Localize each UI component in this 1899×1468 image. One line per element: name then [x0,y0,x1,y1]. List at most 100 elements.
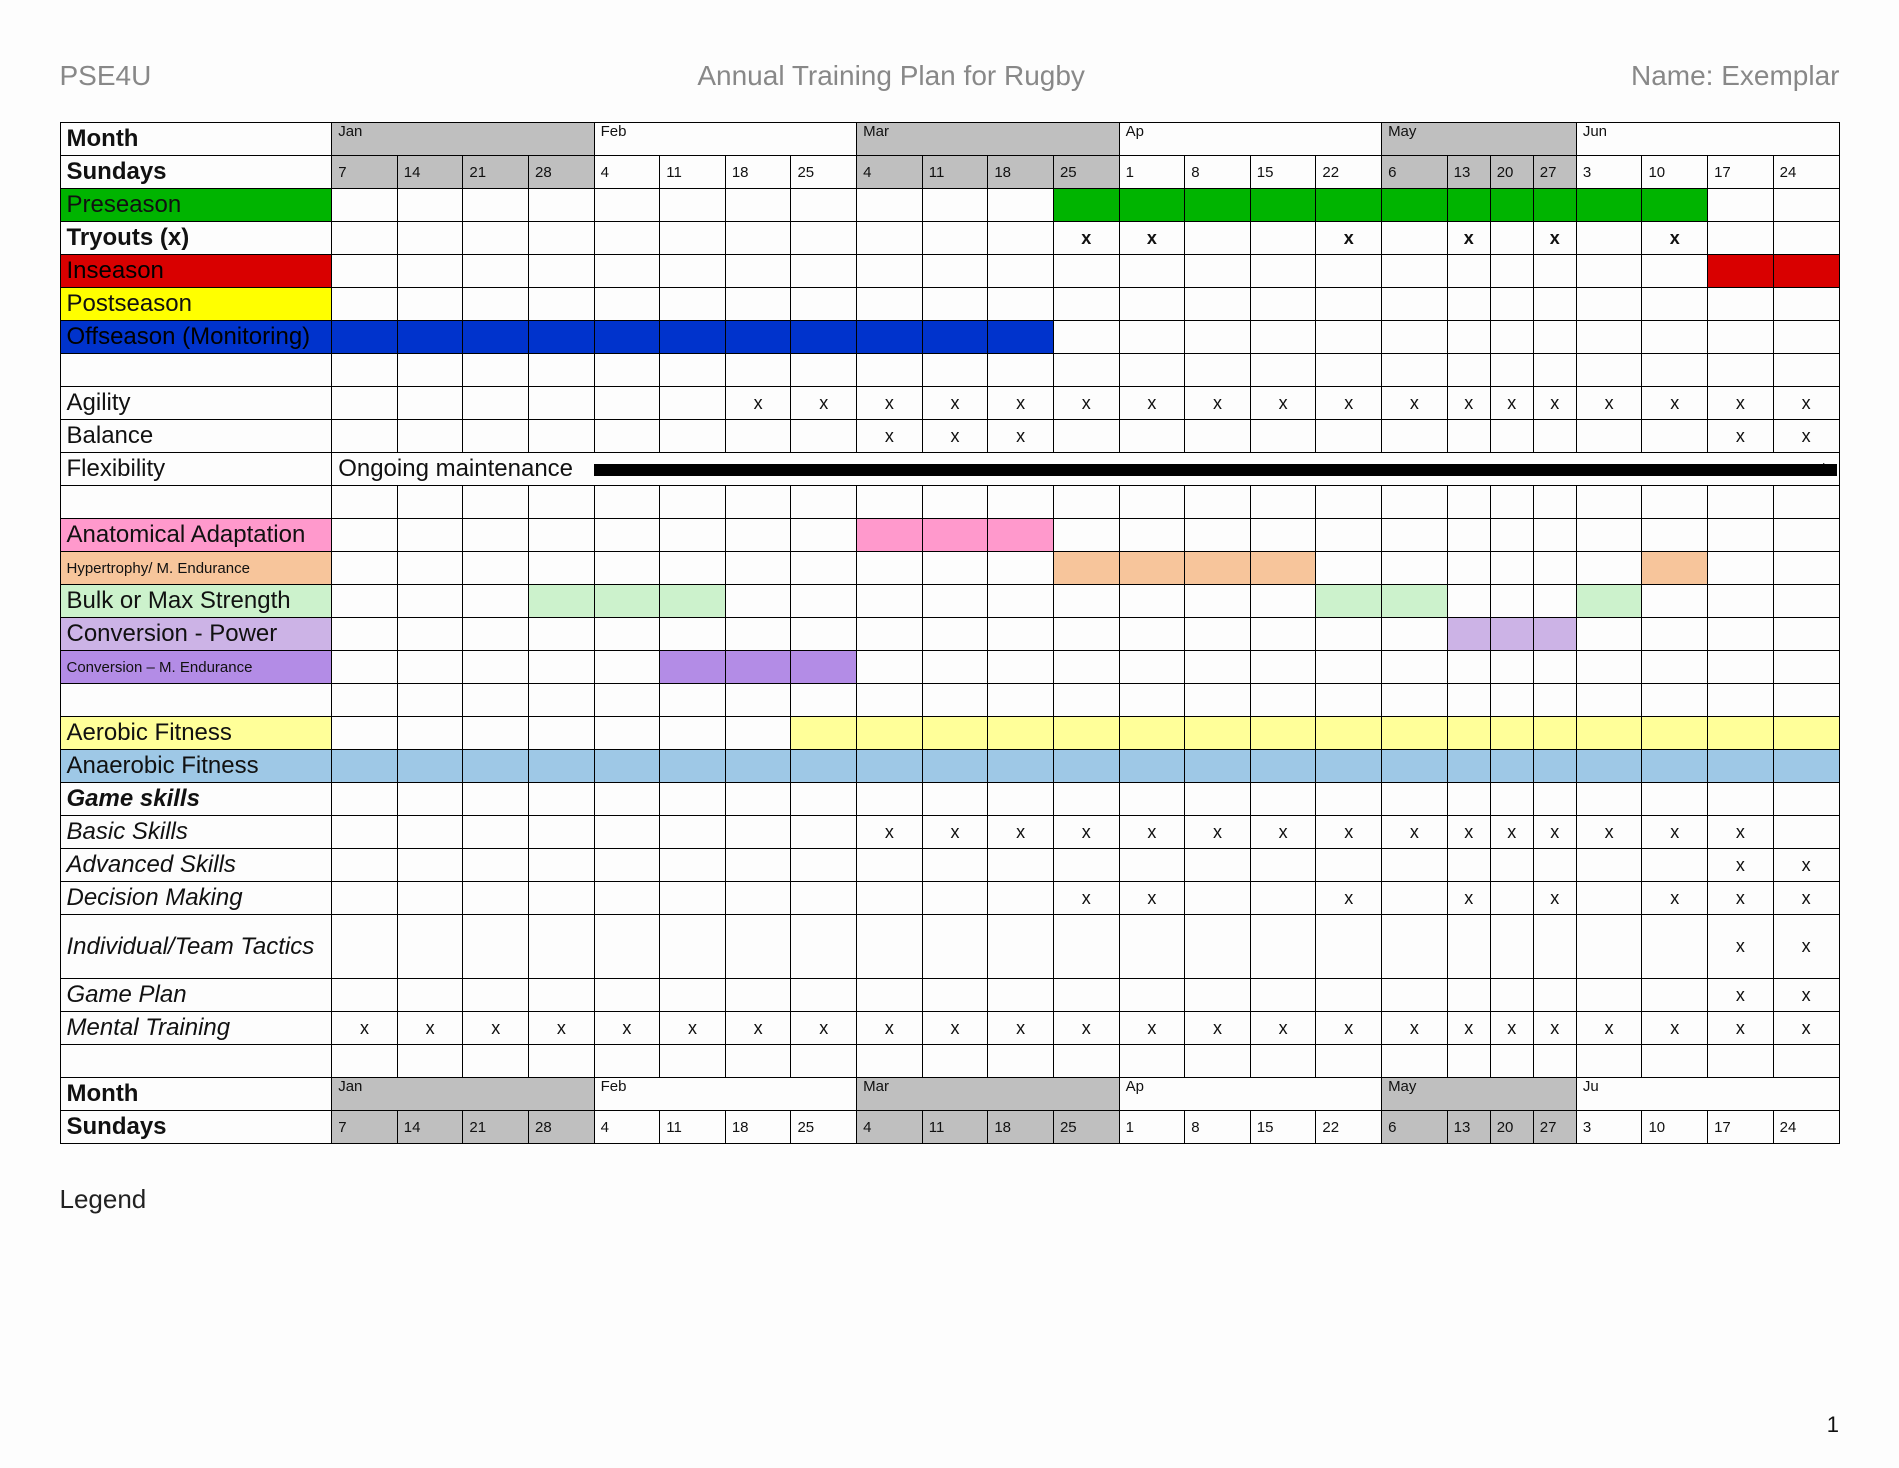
row-label: Inseason [60,255,332,288]
mark-cell: x [1185,387,1251,420]
cell [1119,519,1185,552]
cell [922,618,988,651]
cell [857,585,923,618]
cell [397,915,463,979]
cell [1447,783,1490,816]
cell [1533,420,1576,453]
mark-cell: x [791,387,857,420]
cell [857,849,923,882]
cell [1053,915,1119,979]
cell [791,222,857,255]
mark-cell: x [1708,387,1774,420]
cell [1053,288,1119,321]
cell [1382,321,1448,354]
cell [922,882,988,915]
cell [1642,585,1708,618]
cell [463,222,529,255]
cell [594,189,660,222]
cell [1382,189,1448,222]
mark-cell: x [1773,1012,1839,1045]
week-cell: 11 [922,156,988,189]
cell [922,222,988,255]
cell [922,189,988,222]
cell [1185,189,1251,222]
cell [1447,585,1490,618]
mark-cell: x [988,816,1054,849]
cell [1490,420,1533,453]
cell [660,552,726,585]
cell [1533,618,1576,651]
cell [1382,717,1448,750]
cell [660,618,726,651]
cell [1053,651,1119,684]
cell [1119,189,1185,222]
cell [1447,552,1490,585]
cell [857,979,923,1012]
cell [529,585,595,618]
cell [397,783,463,816]
mark-cell: x [988,1012,1054,1045]
mark-cell: x [1773,882,1839,915]
cell [397,585,463,618]
cell [1119,255,1185,288]
cell [332,651,398,684]
week-cell: 27 [1533,156,1576,189]
header-left: PSE4U [60,60,152,92]
row-label: Postseason [60,288,332,321]
cell [529,882,595,915]
cell [857,552,923,585]
month-cell: Feb [594,1078,856,1111]
cell [332,882,398,915]
cell [791,816,857,849]
cell [660,387,726,420]
cell [1490,750,1533,783]
row-label: Hypertrophy/ M. Endurance [60,552,332,585]
cell [1250,651,1316,684]
cell [1185,915,1251,979]
week-cell: 14 [397,156,463,189]
week-cell: 22 [1316,156,1382,189]
cell [791,882,857,915]
cell [1642,519,1708,552]
cell [857,618,923,651]
cell [857,255,923,288]
month-cell: May [1382,123,1577,156]
mark-cell: x [1447,222,1490,255]
week-cell: 13 [1447,156,1490,189]
cell [1642,750,1708,783]
mark-cell: x [1773,849,1839,882]
mark-cell: x [1119,1012,1185,1045]
week-cell: 25 [1053,1111,1119,1144]
cell [660,882,726,915]
cell [1316,618,1382,651]
cell [1642,849,1708,882]
cell [1316,717,1382,750]
row-label: Preseason [60,189,332,222]
cell [922,552,988,585]
cell [725,189,791,222]
cell [463,420,529,453]
week-cell: 15 [1250,1111,1316,1144]
cell [1490,783,1533,816]
cell [1447,915,1490,979]
cell [1642,915,1708,979]
cell [1642,552,1708,585]
cell [1642,321,1708,354]
cell [922,750,988,783]
cell [988,651,1054,684]
cell [463,585,529,618]
row-label: Game skills [60,783,332,816]
mark-cell: x [1708,816,1774,849]
cell [463,321,529,354]
cell [791,552,857,585]
cell [1708,552,1774,585]
cell [1250,321,1316,354]
mark-cell: x [1533,222,1576,255]
week-cell: 4 [857,1111,923,1144]
cell [1642,189,1708,222]
cell [1316,321,1382,354]
cell [332,618,398,651]
cell [1053,519,1119,552]
cell [1447,189,1490,222]
cell [1773,618,1839,651]
